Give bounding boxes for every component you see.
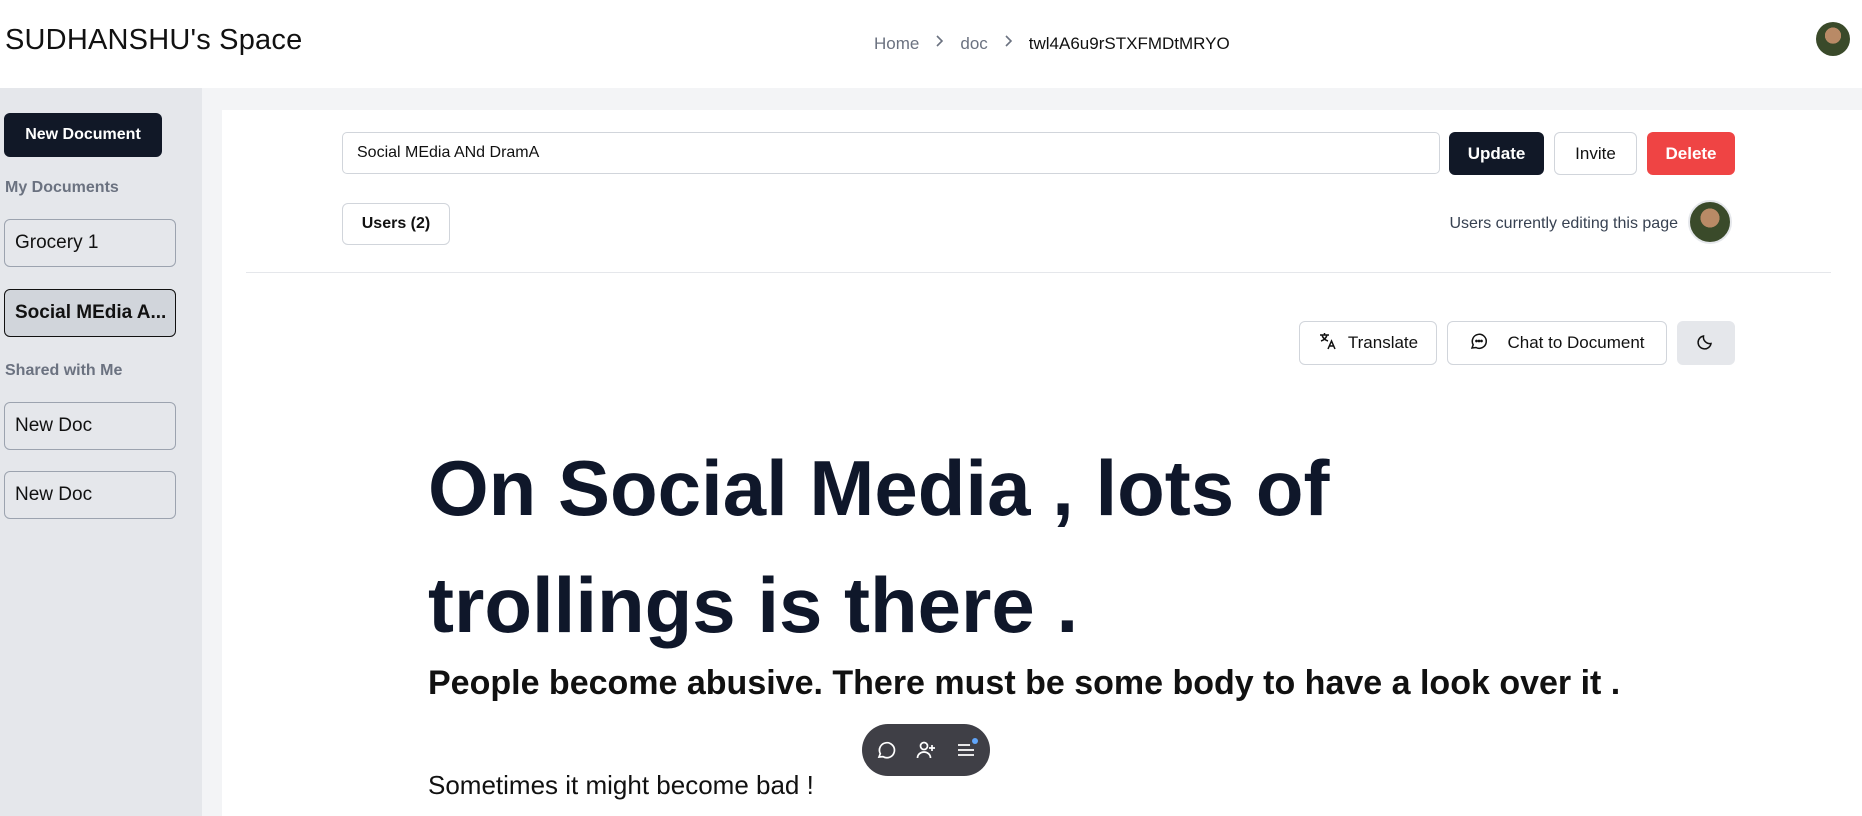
editing-user-avatar — [1688, 200, 1732, 244]
users-button[interactable]: Users (2) — [342, 203, 450, 245]
breadcrumb-home[interactable]: Home — [874, 34, 919, 54]
translate-icon — [1318, 331, 1338, 356]
shared-with-me-label: Shared with Me — [5, 362, 123, 379]
my-documents-label: My Documents — [5, 179, 119, 196]
add-user-icon[interactable] — [913, 737, 939, 763]
theme-toggle-button[interactable] — [1677, 321, 1735, 365]
delete-button[interactable]: Delete — [1647, 132, 1735, 175]
moon-icon — [1696, 331, 1716, 356]
list-icon[interactable] — [953, 737, 979, 763]
document-title-input[interactable]: Social MEdia ANd DramA — [342, 132, 1440, 174]
breadcrumb-doc-id: twl4A6u9rSTXFMDtMRYO — [1028, 34, 1230, 53]
sidebar-doc-grocery[interactable]: Grocery 1 — [4, 219, 176, 267]
comment-icon[interactable] — [873, 737, 899, 763]
document-paragraph: Sometimes it might become bad ! — [428, 770, 814, 800]
sidebar-shared-doc-1[interactable]: New Doc — [4, 402, 176, 450]
document-heading: On Social Media , lots of trollings is t… — [428, 444, 1330, 649]
translate-label: Translate — [1347, 333, 1419, 352]
message-circle-icon — [1469, 331, 1489, 356]
sidebar-shared-doc-2[interactable]: New Doc — [4, 471, 176, 519]
invite-button[interactable]: Invite — [1554, 132, 1637, 175]
breadcrumb: Home doc twl4A6u9rSTXFMDtMRYO — [874, 34, 1230, 54]
app-title: SUDHANSHU's Space — [5, 24, 303, 56]
top-header: SUDHANSHU's Space Home doc twl4A6u9rSTXF… — [0, 0, 1862, 88]
document-subheading: People become abusive. There must be som… — [428, 664, 1621, 702]
floating-toolbar — [862, 724, 990, 776]
chevron-right-icon — [1004, 34, 1013, 50]
breadcrumb-doc[interactable]: doc — [960, 34, 987, 54]
editing-users-label: Users currently editing this page — [1449, 215, 1678, 232]
notification-dot — [972, 738, 978, 744]
chat-label: Chat to Document — [1507, 333, 1645, 352]
sidebar: New Document My Documents Grocery 1 Soci… — [0, 88, 202, 816]
divider — [246, 272, 1831, 273]
user-avatar[interactable] — [1816, 22, 1850, 56]
sidebar-doc-social-media[interactable]: Social MEdia A... — [4, 289, 176, 337]
chevron-right-icon — [935, 34, 944, 50]
chat-to-document-button[interactable]: Chat to Document — [1447, 321, 1667, 365]
translate-button[interactable]: Translate — [1299, 321, 1437, 365]
update-button[interactable]: Update — [1449, 132, 1544, 175]
new-document-button[interactable]: New Document — [4, 113, 162, 157]
